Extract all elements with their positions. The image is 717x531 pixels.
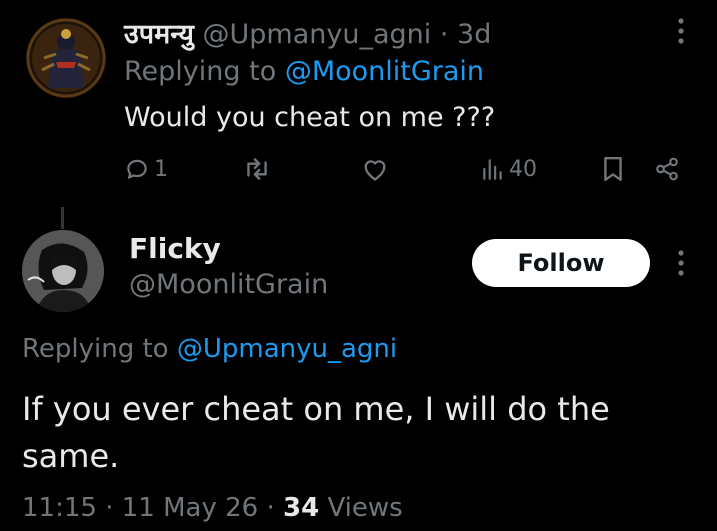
follow-button[interactable]: Follow (472, 239, 650, 287)
views-icon (483, 159, 502, 180)
avatar[interactable] (22, 230, 104, 312)
author-display-name[interactable]: Flicky (129, 232, 221, 265)
tweet-date[interactable]: 11 May 26 (122, 493, 258, 523)
comment-icon (127, 159, 147, 179)
more-icon (678, 18, 684, 44)
bookmark-icon (604, 156, 622, 182)
replying-to-handle[interactable]: @Upmanyu_agni (177, 334, 397, 364)
replying-to-handle[interactable]: @MoonlitGrain (285, 56, 484, 87)
parent-tweet-text: Would you cheat on me ??? (124, 102, 496, 133)
more-icon (678, 250, 684, 276)
parent-replying-to: Replying to @MoonlitGrain (124, 56, 484, 87)
thread-connector-line (61, 207, 64, 229)
parent-display-name[interactable]: उपमन्यु (124, 19, 194, 50)
header-separator: · (439, 19, 449, 50)
views-label: Views (327, 493, 403, 523)
meta-separator: · (105, 493, 114, 523)
avatar-image (22, 230, 104, 312)
main-replying-to: Replying to @Upmanyu_agni (22, 334, 397, 364)
views-count: 40 (509, 156, 537, 182)
share-icon (656, 157, 678, 181)
parent-tweet-age[interactable]: 3d (457, 19, 491, 50)
tweet-time[interactable]: 11:15 (22, 493, 97, 523)
reply-button[interactable]: 1 (124, 156, 168, 182)
author-handle[interactable]: @MoonlitGrain (129, 269, 328, 300)
main-tweet-text: If you ever cheat on me, I will do the s… (22, 390, 610, 475)
parent-handle[interactable]: @Upmanyu_agni (203, 19, 432, 50)
more-options-button[interactable] (670, 248, 692, 282)
tweet-metadata: 11:15 · 11 May 26 · 34 Views (22, 493, 403, 523)
reply-count: 1 (154, 156, 168, 182)
heart-icon (364, 160, 386, 181)
like-button[interactable] (361, 156, 389, 182)
share-button[interactable] (653, 156, 681, 182)
retweet-icon (247, 158, 267, 180)
avatar[interactable] (26, 18, 106, 98)
avatar-image (26, 18, 106, 98)
views-count[interactable]: 34 (283, 493, 319, 523)
bookmark-button[interactable] (601, 156, 625, 182)
replying-prefix: Replying to (22, 334, 169, 364)
meta-separator: · (266, 493, 275, 523)
more-options-button[interactable] (670, 16, 692, 51)
parent-tweet-header: उपमन्यु @Upmanyu_agni · 3d (124, 14, 491, 51)
retweet-button[interactable] (242, 156, 272, 182)
replying-prefix: Replying to (124, 56, 277, 87)
views-button[interactable]: 40 (480, 156, 537, 182)
